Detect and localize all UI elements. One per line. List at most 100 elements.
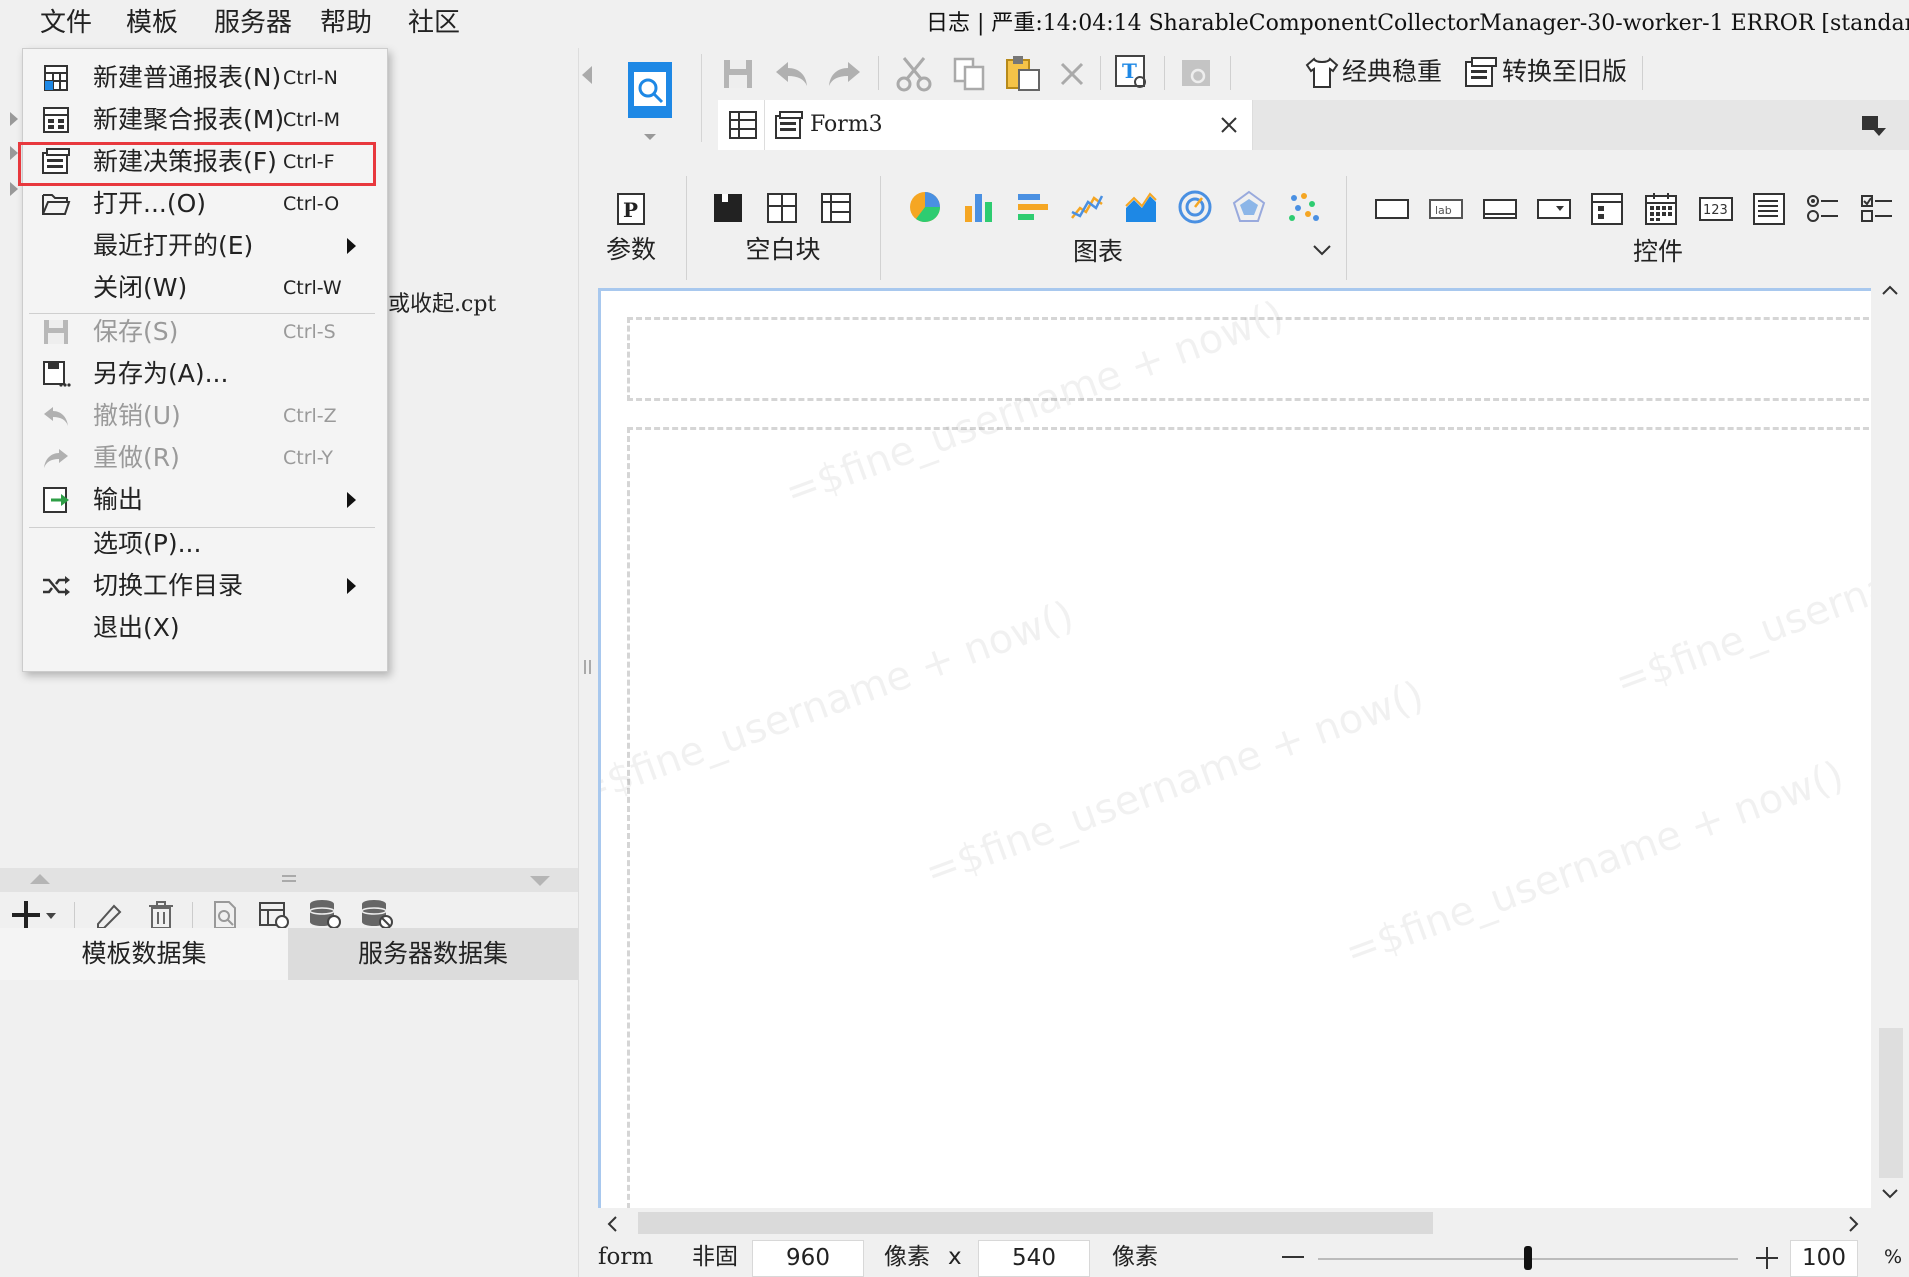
date-widget-icon[interactable]: [1644, 192, 1678, 226]
menu-item-new-aggregate-report[interactable]: 新建聚合报表(M) Ctrl-M: [23, 99, 389, 141]
tab-form3[interactable]: Form3: [718, 100, 1253, 150]
vertical-splitter[interactable]: [578, 48, 598, 1277]
area-chart-icon[interactable]: [1124, 190, 1158, 224]
menu-community[interactable]: 社区: [408, 0, 460, 48]
scatter-chart-icon[interactable]: [1286, 190, 1320, 224]
height-input[interactable]: 540: [978, 1240, 1090, 1277]
absolute-layout-icon[interactable]: [712, 192, 744, 224]
menu-template[interactable]: 模板: [126, 0, 178, 48]
menu-help[interactable]: 帮助: [320, 0, 372, 48]
convert-icon[interactable]: [1464, 56, 1500, 90]
menu-item-undo[interactable]: 撤销(U) Ctrl-Z: [23, 395, 389, 437]
scroll-thumb[interactable]: [638, 1212, 1433, 1234]
theme-shirt-icon[interactable]: [1304, 56, 1340, 90]
radio-group-icon[interactable]: [1806, 192, 1840, 226]
text-edit-icon[interactable]: T: [1114, 54, 1150, 92]
collapse-up-icon[interactable]: [30, 872, 50, 886]
split-layout-icon[interactable]: [766, 192, 798, 224]
dataset-edit-icon[interactable]: [258, 900, 290, 930]
horizontal-bar-chart-icon[interactable]: [1016, 190, 1050, 224]
theme-label[interactable]: 经典稳重: [1342, 54, 1442, 90]
cut-icon[interactable]: [896, 56, 932, 92]
menu-server[interactable]: 服务器: [214, 0, 292, 48]
menu-item-switch-workdir[interactable]: 切换工作目录: [23, 565, 389, 607]
zoom-out-icon[interactable]: [1282, 1256, 1304, 1260]
scroll-thumb[interactable]: [1879, 1028, 1903, 1178]
group-label-control: 控件: [1632, 237, 1683, 266]
convert-label[interactable]: 转换至旧版: [1502, 54, 1627, 90]
scroll-up-icon[interactable]: [1881, 284, 1899, 296]
gauge-chart-icon[interactable]: [1178, 190, 1212, 224]
menu-item-recent[interactable]: 最近打开的(E): [23, 225, 389, 267]
tree-widget-icon[interactable]: [1590, 192, 1624, 226]
parameter-icon[interactable]: P: [616, 192, 646, 226]
redo-icon[interactable]: [826, 58, 862, 90]
vertical-scrollbar[interactable]: [1871, 276, 1909, 1208]
database-icon[interactable]: [308, 898, 342, 930]
tree-item-label[interactable]: 或收起.cpt: [388, 286, 496, 318]
pie-chart-icon[interactable]: [908, 190, 942, 224]
line-chart-icon[interactable]: [1070, 190, 1104, 224]
grid-layout-icon[interactable]: [728, 110, 758, 140]
save-as-icon: [43, 361, 71, 387]
tab-server-datasets[interactable]: 服务器数据集: [288, 928, 578, 980]
number-widget-icon[interactable]: 123: [1698, 194, 1734, 224]
delete-x-icon[interactable]: [1058, 60, 1086, 88]
collapse-down-icon[interactable]: [530, 874, 550, 888]
edit-icon[interactable]: [94, 900, 124, 930]
redo-icon: [44, 449, 68, 468]
button-widget-icon[interactable]: [1482, 196, 1518, 222]
new-aggregate-report-icon: [43, 107, 69, 133]
dropdown-widget-icon[interactable]: [1536, 196, 1572, 222]
layout-mode-label[interactable]: 非固: [692, 1238, 738, 1277]
scroll-right-icon[interactable]: [1848, 1215, 1860, 1233]
zoom-slider-thumb[interactable]: [1524, 1246, 1532, 1270]
delete-icon[interactable]: [146, 900, 176, 930]
log-status-line[interactable]: 日志 | 严重:14:04:14 SharableComponentCollec…: [926, 0, 1909, 48]
menu-item-exit[interactable]: 退出(X): [23, 607, 389, 649]
zoom-in-icon[interactable]: [1756, 1246, 1780, 1270]
close-icon[interactable]: [1220, 116, 1238, 134]
menu-item-redo[interactable]: 重做(R) Ctrl-Y: [23, 437, 389, 479]
add-dataset-icon[interactable]: [12, 900, 62, 930]
grip-icon[interactable]: [282, 874, 296, 884]
preview-icon[interactable]: [210, 900, 240, 930]
tab-menu-icon[interactable]: [1860, 114, 1888, 138]
menu-item-options[interactable]: 选项(P)...: [23, 523, 389, 565]
menu-item-open[interactable]: 打开...(O) Ctrl-O: [23, 183, 389, 225]
tree-expand-icon[interactable]: [10, 182, 18, 196]
zoom-input[interactable]: 100: [1790, 1240, 1858, 1277]
menu-item-close[interactable]: 关闭(W) Ctrl-W: [23, 267, 389, 309]
copy-icon[interactable]: [952, 56, 988, 92]
tab-template-datasets[interactable]: 模板数据集: [0, 928, 288, 980]
panel-splitter[interactable]: [0, 868, 578, 892]
menu-item-save-as[interactable]: 另存为(A)...: [23, 353, 389, 395]
collapse-left-icon[interactable]: [582, 66, 594, 84]
tree-expand-icon[interactable]: [10, 146, 18, 160]
menu-file[interactable]: 文件: [40, 0, 92, 48]
paste-icon[interactable]: [1004, 54, 1042, 92]
scroll-down-icon[interactable]: [1881, 1188, 1899, 1200]
textarea-widget-icon[interactable]: [1752, 192, 1786, 226]
checkbox-group-icon[interactable]: [1860, 192, 1894, 226]
textfield-icon[interactable]: [1374, 196, 1410, 222]
width-input[interactable]: 960: [752, 1240, 864, 1277]
label-widget-icon[interactable]: lab: [1428, 196, 1464, 222]
database-remove-icon[interactable]: [360, 898, 394, 930]
x-separator: x: [948, 1244, 962, 1270]
scroll-left-icon[interactable]: [606, 1215, 618, 1233]
radar-chart-icon[interactable]: [1232, 190, 1266, 224]
menu-item-export[interactable]: 输出: [23, 479, 389, 521]
preview-disabled-icon[interactable]: [1180, 56, 1216, 92]
tree-expand-icon[interactable]: [10, 112, 18, 126]
horizontal-scrollbar[interactable]: [598, 1208, 1871, 1238]
grip-icon[interactable]: [583, 660, 593, 674]
tab-layout-icon[interactable]: [820, 192, 852, 224]
chevron-down-icon[interactable]: [1312, 244, 1332, 258]
bar-chart-icon[interactable]: [962, 190, 996, 224]
menu-item-new-report[interactable]: 新建普通报表(N) Ctrl-N: [23, 57, 389, 99]
undo-icon[interactable]: [774, 58, 810, 90]
save-icon[interactable]: [722, 58, 756, 90]
menu-item-save[interactable]: 保存(S) Ctrl-S: [23, 311, 389, 353]
form-canvas[interactable]: =$fine_username + now() =$fine_username …: [598, 288, 1871, 1208]
